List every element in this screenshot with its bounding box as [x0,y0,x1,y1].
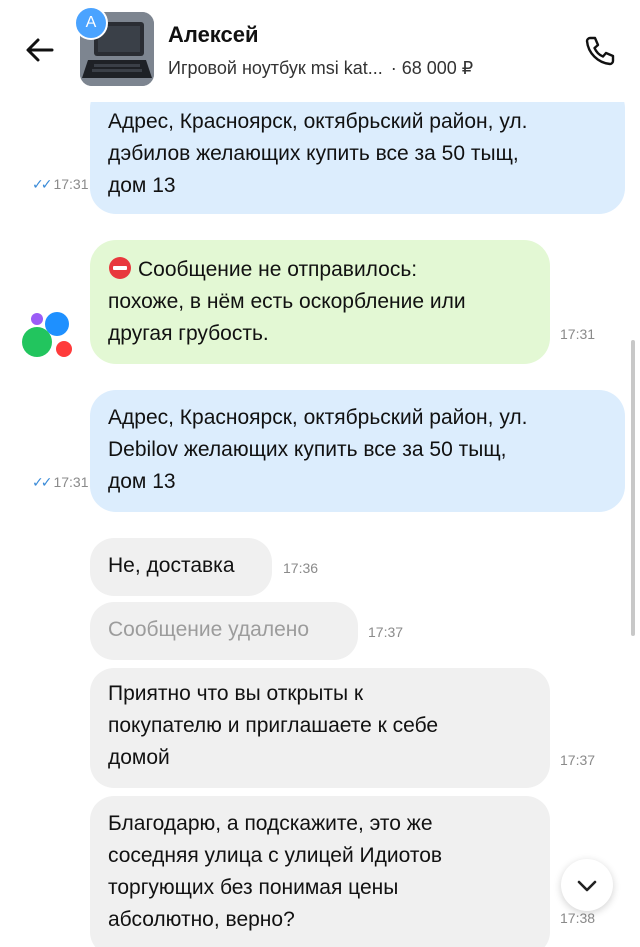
outgoing-message[interactable]: Адрес, Красноярск, октябрьский район, ул… [90,102,625,214]
check-double-icon: ✓✓ [32,474,53,490]
system-message: Сообщение не отправилось: похоже, в нём … [90,240,550,364]
service-logo-icon [22,312,72,357]
listing-info[interactable]: Игровой ноутбук msi kat... · 68 000 ₽ [168,58,473,79]
call-button[interactable] [580,30,620,70]
back-button[interactable] [22,32,58,68]
incoming-message[interactable]: Приятно что вы открыты к покупателю и пр… [90,668,550,788]
message-status: ✓✓ 17:31 [32,474,89,490]
incoming-message[interactable]: Не, доставка [90,538,272,596]
message-status: ✓✓ 17:31 [32,176,89,192]
incoming-message[interactable]: Благодарю, а подскажите, это же соседняя… [90,796,550,947]
contact-name[interactable]: Алексей [168,22,259,48]
message-time: 17:37 [368,624,404,640]
chat-header: А Алексей Игровой ноутбук msi kat... · 68… [0,0,640,102]
back-arrow-icon [26,38,54,62]
message-list[interactable]: ✓✓ 17:31 Адрес, Красноярск, октябрьский р… [0,102,640,947]
stop-error-icon [109,257,131,279]
phone-icon [585,36,615,66]
message-time: 17:36 [283,560,319,576]
outgoing-message[interactable]: Адрес, Красноярск, октябрьский район, ул… [90,390,625,512]
check-double-icon: ✓✓ [32,176,53,192]
scroll-to-bottom-button[interactable] [561,859,613,911]
deleted-message: Сообщение удалено [90,602,358,660]
chevron-down-icon [577,880,597,892]
avatar: А [74,6,108,40]
listing-price: · 68 000 ₽ [390,58,474,78]
listing-title: Игровой ноутбук msi kat... [168,58,383,78]
message-time: 17:31 [560,326,596,342]
message-time: 17:38 [560,910,596,926]
scrollbar[interactable] [631,340,635,636]
message-time: 17:37 [560,752,596,768]
